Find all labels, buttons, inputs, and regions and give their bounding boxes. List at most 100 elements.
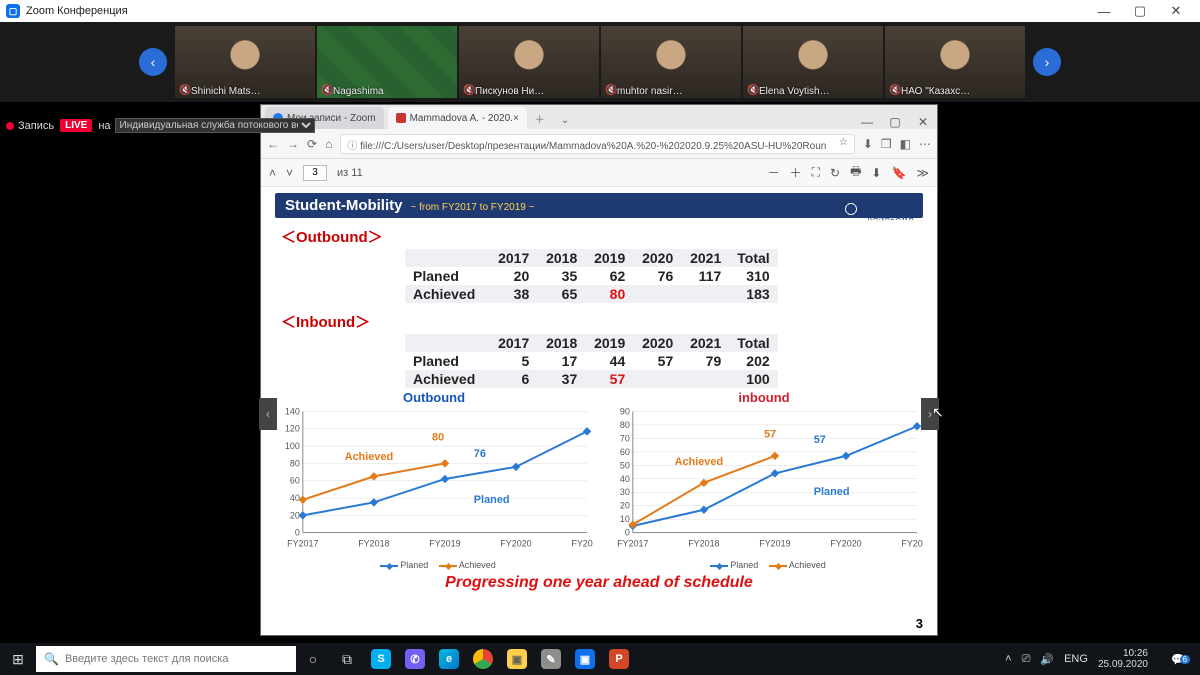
downloads-button[interactable]: ⬇ — [863, 137, 873, 151]
participant-tile[interactable]: 🔇НАО "Казахс… — [885, 26, 1025, 98]
skype-app-icon[interactable]: S — [364, 643, 398, 675]
slide-title-bar: Student-Mobility ~ from FY2017 to FY2019… — [275, 193, 923, 218]
mute-icon: 🔇 — [889, 85, 901, 96]
svg-text:57: 57 — [764, 428, 776, 440]
pdf-page-input[interactable] — [303, 165, 327, 181]
library-button[interactable]: ❐ — [881, 137, 892, 151]
action-center-button[interactable]: 💬6 — [1164, 653, 1192, 666]
address-bar[interactable]: ⓘ file:///C:/Users/user/Desktop/презента… — [340, 134, 855, 154]
window-maximize-button[interactable]: ▢ — [1122, 3, 1158, 19]
participant-tile[interactable]: 🔇Пискунов Ни… — [459, 26, 599, 98]
zoom-titlebar: ▢ Zoom Конференция — ▢ ✕ — [0, 0, 1200, 22]
pdf-fit-button[interactable]: ⛶ — [812, 165, 820, 180]
pdf-bookmark-button[interactable]: 🔖 — [891, 166, 906, 180]
notes-app-icon[interactable]: ✎ — [534, 643, 568, 675]
new-tab-button[interactable]: ＋ — [527, 108, 553, 129]
participant-tile[interactable]: 🔇Shinichi Mats… — [175, 26, 315, 98]
svg-text:FY2019: FY2019 — [429, 539, 460, 549]
pdf-prev-page-button[interactable]: ˄ — [269, 166, 276, 180]
pdf-next-page-button[interactable]: ˅ — [286, 166, 293, 180]
pdf-favicon-icon — [396, 113, 406, 123]
svg-text:FY2020: FY2020 — [830, 539, 861, 549]
slide-title: Student-Mobility — [285, 197, 402, 214]
window-minimize-button[interactable]: — — [1086, 4, 1122, 19]
nav-reload-button[interactable]: ⟳ — [307, 137, 317, 151]
browser-menu-button[interactable]: ⋯ — [919, 137, 931, 151]
svg-text:10: 10 — [620, 514, 630, 524]
pdf-zoom-out-button[interactable]: － — [768, 164, 780, 181]
explorer-app-icon[interactable]: ▣ — [500, 643, 534, 675]
mute-icon: 🔇 — [747, 85, 759, 96]
svg-text:60: 60 — [620, 447, 630, 457]
svg-text:80: 80 — [620, 420, 630, 430]
zoom-title: Zoom Конференция — [26, 5, 128, 17]
pdf-print-button[interactable]: 🖶 — [850, 162, 861, 183]
participant-tile[interactable]: 🔇Nagashima — [317, 26, 457, 98]
presentation-slide: Student-Mobility ~ from FY2017 to FY2019… — [261, 187, 937, 635]
edge-app-icon[interactable]: e — [432, 643, 466, 675]
browser-minimize-button[interactable]: — — [853, 115, 881, 129]
mute-icon: 🔇 — [321, 85, 333, 96]
zoom-app-icon: ▢ — [6, 4, 20, 18]
nav-back-button[interactable]: ← — [267, 137, 279, 151]
svg-text:Planed: Planed — [814, 486, 850, 498]
svg-text:FY2021: FY2021 — [901, 539, 923, 549]
svg-text:90: 90 — [620, 406, 630, 416]
svg-text:120: 120 — [285, 424, 300, 434]
wifi-icon[interactable]: ⎚ — [1022, 653, 1031, 666]
progress-caption: Progressing one year ahead of schedule — [275, 574, 923, 592]
viber-app-icon[interactable]: ✆ — [398, 643, 432, 675]
participant-tile[interactable]: 🔇Elena Voytish… — [743, 26, 883, 98]
browser-toolbar: ← → ⟳ ⌂ ⓘ file:///C:/Users/user/Desktop/… — [261, 129, 937, 159]
svg-text:Achieved: Achieved — [345, 451, 394, 463]
share-next-button[interactable]: › — [921, 398, 939, 430]
pdf-rotate-button[interactable]: ↻ — [830, 166, 840, 180]
inbound-chart: inbound 0102030405060708090FY2017FY2018F… — [605, 390, 923, 570]
task-view-button[interactable]: ⧉ — [330, 643, 364, 675]
svg-text:0: 0 — [625, 528, 630, 538]
account-button[interactable]: ◧ — [900, 137, 911, 151]
taskbar-clock[interactable]: 10:26 25.09.2020 — [1098, 648, 1154, 670]
crest-icon — [843, 201, 859, 217]
pdf-download-button[interactable]: ⬇ — [871, 166, 881, 180]
share-prev-button[interactable]: ‹ — [259, 398, 277, 430]
university-logo: 金沢大学KANAZAWA — [843, 195, 919, 222]
volume-icon[interactable]: 🔊 — [1040, 653, 1054, 666]
browser-close-button[interactable]: ✕ — [909, 115, 937, 129]
svg-text:20: 20 — [620, 501, 630, 511]
browser-tabstrip: Мои записи - Zoom Mammadova A. - 2020.× … — [261, 105, 937, 129]
mute-icon: 🔇 — [605, 85, 617, 96]
tray-overflow-button[interactable]: ˄ — [1005, 653, 1011, 665]
window-close-button[interactable]: ✕ — [1158, 3, 1194, 19]
powerpoint-app-icon[interactable]: P — [602, 643, 636, 675]
svg-text:Planed: Planed — [474, 494, 510, 506]
gallery-prev-button[interactable]: ‹ — [139, 48, 167, 76]
cortana-button[interactable]: ○ — [296, 643, 330, 675]
zoom-app-taskbar-icon[interactable]: ▣ — [568, 643, 602, 675]
pdf-tools-button[interactable]: ≫ — [916, 166, 929, 180]
system-tray: ˄ ⎚ 🔊 ENG 10:26 25.09.2020 💬6 — [997, 648, 1200, 670]
svg-text:76: 76 — [474, 448, 486, 460]
language-indicator[interactable]: ENG — [1064, 653, 1088, 665]
browser-tab[interactable]: Mammadova A. - 2020.× — [388, 107, 527, 129]
gallery-next-button[interactable]: › — [1033, 48, 1061, 76]
nav-forward-button[interactable]: → — [287, 137, 299, 151]
pdf-zoom-in-button[interactable]: ＋ — [790, 164, 802, 181]
tab-overflow-button[interactable]: ⌄ — [553, 112, 577, 129]
stream-target-select[interactable]: Индивидуальная служба потокового вещания — [115, 118, 315, 133]
start-button[interactable]: ⊞ — [0, 651, 36, 668]
svg-text:FY2018: FY2018 — [688, 539, 719, 549]
outbound-table: 20172018201920202021Total Planed20356276… — [405, 249, 778, 303]
svg-text:70: 70 — [620, 433, 630, 443]
browser-maximize-button[interactable]: ▢ — [881, 115, 909, 129]
svg-text:0: 0 — [295, 528, 300, 538]
svg-text:20: 20 — [290, 510, 300, 520]
participant-tile[interactable]: 🔇muhtor nasir… — [601, 26, 741, 98]
participant-gallery: ‹ 🔇Shinichi Mats… 🔇Nagashima 🔇Пискунов Н… — [0, 22, 1200, 102]
taskbar-search[interactable]: 🔍 Введите здесь текст для поиска — [36, 646, 296, 672]
nav-home-button[interactable]: ⌂ — [325, 137, 332, 151]
svg-text:FY2019: FY2019 — [759, 539, 790, 549]
inbound-heading: Inbound — [281, 311, 923, 332]
svg-text:100: 100 — [285, 441, 300, 451]
chrome-app-icon[interactable] — [466, 643, 500, 675]
